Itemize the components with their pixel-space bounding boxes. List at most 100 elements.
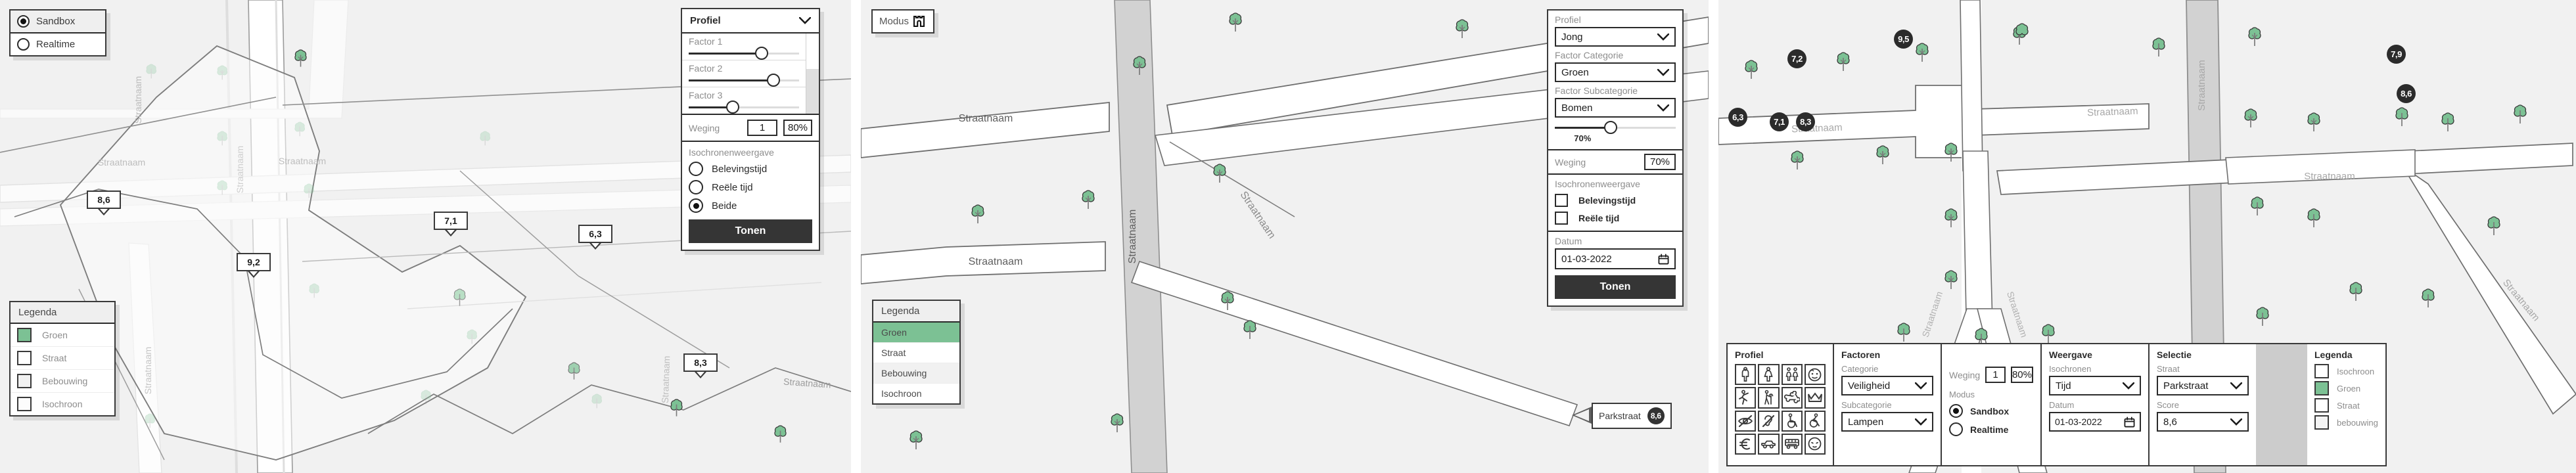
score-flag[interactable]: 6,3 (578, 225, 612, 250)
checkbox-row-reele-tijd[interactable]: Reële tijd (1555, 212, 1676, 225)
legend-item-groen[interactable]: Groen (2314, 381, 2378, 395)
slider-knob[interactable] (1603, 121, 1617, 134)
legend-item[interactable]: Groen (11, 324, 114, 347)
radio-sandbox-icon[interactable] (1949, 404, 1963, 418)
legend-item[interactable]: Bebouwing (11, 370, 114, 393)
modus-option-realtime[interactable]: Realtime (1949, 422, 2033, 436)
map-score-badge[interactable]: 7,2 (1787, 49, 1806, 68)
legend-item-groen[interactable]: Groen (873, 323, 959, 343)
factor-weight-slider[interactable] (1555, 121, 1676, 134)
checkbox-belevingstijd-icon[interactable] (1555, 194, 1568, 207)
profile-select[interactable]: Profiel (682, 9, 819, 32)
woman-icon[interactable] (1758, 364, 1780, 386)
radio-realtime-icon[interactable] (17, 38, 30, 51)
legend-item-bebouwing[interactable]: bebouwing (2314, 415, 2378, 430)
profile-icon-grid[interactable] (1735, 364, 1826, 455)
crown-icon[interactable] (1804, 387, 1826, 409)
alien-face-icon[interactable] (1804, 433, 1826, 455)
legend-item-isochroon[interactable]: Isochroon (873, 384, 959, 403)
tonen-button[interactable]: Tonen (1555, 275, 1676, 299)
map-score-badge[interactable]: 6,3 (1728, 108, 1747, 127)
date-input[interactable]: 01-03-2022 (1555, 248, 1676, 269)
categorie-select[interactable]: Veiligheid (1841, 376, 1933, 395)
radio-belevingstijd-icon[interactable] (689, 162, 703, 176)
mode-option-realtime[interactable]: Realtime (11, 34, 105, 55)
man-icon[interactable] (1735, 364, 1757, 386)
factor-slider[interactable] (689, 74, 799, 87)
legend-item-straat[interactable]: Straat (873, 343, 959, 363)
mode-option-sandbox[interactable]: Sandbox (11, 11, 105, 34)
subcategorie-select[interactable]: Lampen (1841, 412, 1933, 432)
score-flag[interactable]: 8,6 (87, 191, 121, 215)
modus-button[interactable]: Modus (871, 9, 934, 34)
calendar-icon[interactable] (1658, 254, 1669, 265)
legend-item-label: Bebouwing (881, 368, 927, 378)
straat-select[interactable]: Parkstraat (2157, 376, 2249, 395)
couple-icon[interactable] (1781, 364, 1803, 386)
map-score-badge[interactable]: 7,1 (1770, 112, 1789, 131)
radio-realtime-icon[interactable] (1949, 422, 1963, 436)
radio-reele-tijd-icon[interactable] (689, 180, 703, 194)
legend-item-isochroon[interactable]: Isochroon (2314, 364, 2378, 378)
slider-knob[interactable] (767, 74, 781, 87)
factor-slider-row[interactable]: Factor 1 (682, 34, 806, 60)
legend-item-bebouwing[interactable]: Bebouwing (873, 363, 959, 384)
weging-value-input[interactable]: 1 (1985, 367, 2006, 383)
street-callout[interactable]: Parkstraat 8,6 (1572, 403, 1672, 429)
map-score-badge[interactable]: 9,5 (1894, 30, 1913, 49)
wheelchair-icon[interactable] (1781, 410, 1803, 432)
weging-percent-input[interactable]: 80% (2010, 367, 2033, 383)
slider-knob[interactable] (754, 47, 768, 60)
score-flag[interactable]: 7,1 (434, 212, 468, 236)
isochronen-select[interactable]: Tijd (2049, 376, 2141, 395)
radio-sandbox-icon[interactable] (17, 15, 30, 28)
datum-input[interactable]: 01-03-2022 (2049, 412, 2141, 432)
legend-item[interactable]: Straat (11, 347, 114, 370)
weging-value-input[interactable]: 1 (747, 120, 777, 136)
factor-sliders-scroll-area[interactable]: Factor 1 Factor 2 Factor 3 (682, 32, 819, 115)
weging-percent-input[interactable]: 70% (1644, 154, 1676, 170)
iso-option-beide[interactable]: Beide (689, 198, 812, 213)
weging-percent-input[interactable]: 80% (783, 120, 812, 136)
map-score-badge[interactable]: 8,3 (1796, 112, 1815, 131)
checkbox-row-belevingstijd[interactable]: Belevingstijd (1555, 194, 1676, 207)
vertical-scrollbar[interactable] (806, 34, 819, 114)
factor-slider[interactable] (689, 47, 799, 60)
mode-option-label: Sandbox (36, 16, 76, 27)
calendar-icon[interactable] (2124, 417, 2135, 428)
car-icon[interactable] (1758, 433, 1780, 455)
radio-beide-icon[interactable] (689, 198, 703, 213)
elderly-cane-icon[interactable] (1758, 387, 1780, 409)
iso-option-belevingstijd[interactable]: Belevingstijd (689, 162, 812, 176)
factor-subcategory-select[interactable]: Bomen (1555, 98, 1676, 118)
score-flag[interactable]: 9,2 (237, 253, 271, 278)
profile-select[interactable]: Jong (1555, 27, 1676, 47)
euro-icon[interactable] (1735, 433, 1757, 455)
dog-bone-icon[interactable] (1781, 387, 1803, 409)
scrollbar-thumb[interactable] (806, 68, 819, 114)
factor-slider-row[interactable]: Factor 2 (682, 60, 806, 87)
modus-option-sandbox[interactable]: Sandbox (1949, 404, 2033, 418)
weging-section: Weging 70% (1548, 149, 1682, 173)
bus-icon[interactable] (1781, 433, 1803, 455)
map-score-badge[interactable]: 8,6 (2397, 84, 2416, 103)
legend-item-straat[interactable]: Straat (2314, 398, 2378, 413)
slider-knob[interactable] (726, 101, 740, 114)
factor-category-select[interactable]: Groen (1555, 62, 1676, 82)
tonen-button[interactable]: Tonen (689, 219, 812, 243)
svg-text:Straatnaam: Straatnaam (969, 256, 1023, 267)
factor-subcategory-label: Factor Subcategorie (1555, 85, 1638, 96)
factor-slider-row[interactable]: Factor 3 (682, 87, 806, 114)
checkbox-reele-tijd-icon[interactable] (1555, 212, 1568, 225)
running-icon[interactable] (1735, 387, 1757, 409)
map-score-badge[interactable]: 7,9 (2387, 45, 2406, 64)
factor-slider[interactable] (689, 101, 799, 114)
eye-off-icon[interactable] (1735, 410, 1757, 432)
baby-face-icon[interactable] (1804, 364, 1826, 386)
score-select[interactable]: 8,6 (2157, 412, 2249, 432)
score-flag[interactable]: 8,3 (683, 353, 718, 378)
wheelchair-active-icon[interactable] (1804, 410, 1826, 432)
ear-off-icon[interactable] (1758, 410, 1780, 432)
legend-item[interactable]: Isochroon (11, 393, 114, 415)
iso-option-reele-tijd[interactable]: Reële tijd (689, 180, 812, 194)
